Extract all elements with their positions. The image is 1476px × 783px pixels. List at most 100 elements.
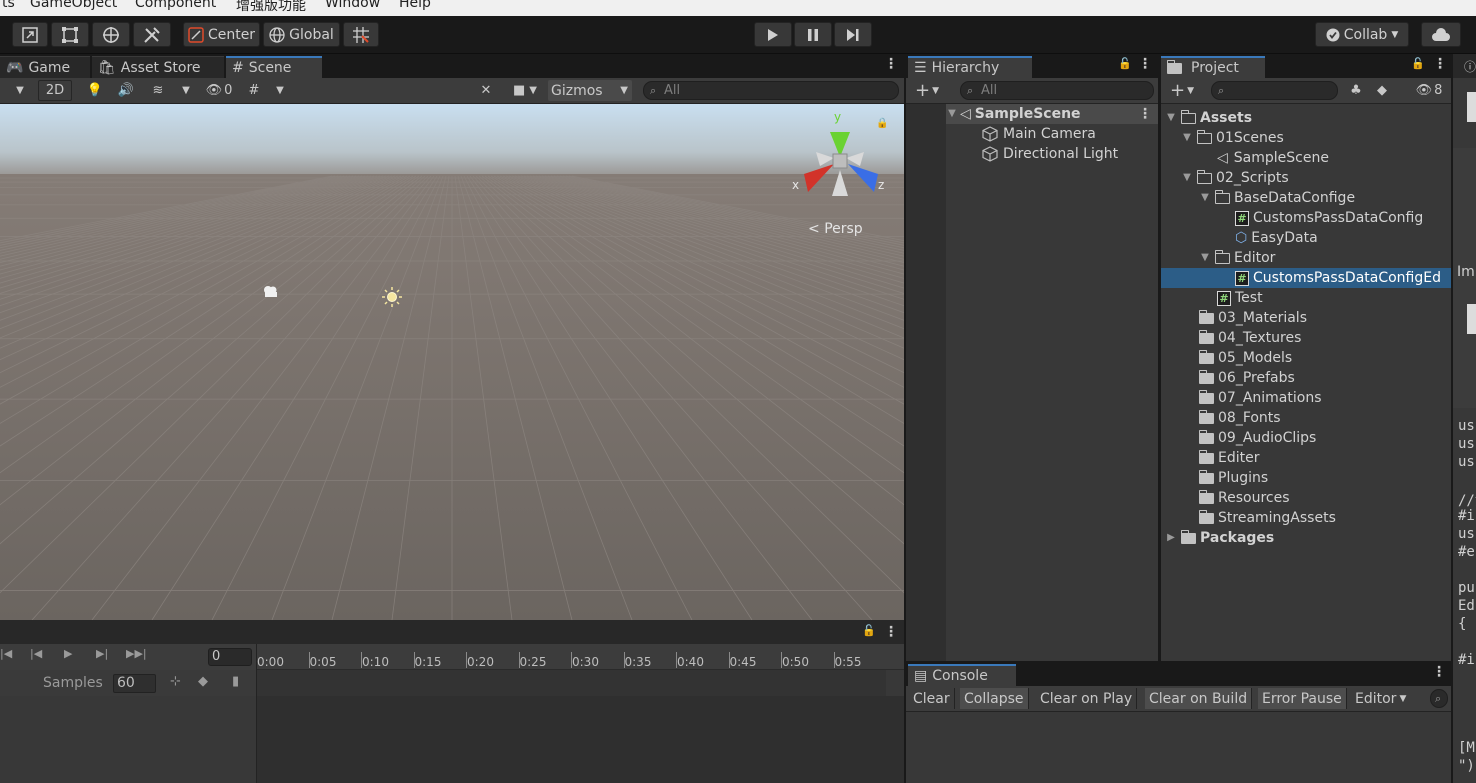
tab-project[interactable]: Project: [1161, 56, 1265, 78]
project-search-input[interactable]: ⌕: [1211, 81, 1338, 100]
project-folder-item[interactable]: Plugins: [1198, 468, 1268, 488]
project-folder-02scripts[interactable]: ▼ 02_Scripts: [1181, 168, 1289, 188]
hidden-packages-toggle[interactable]: 👁 8: [1409, 80, 1449, 101]
project-item-samplescene[interactable]: ◁ SampleScene: [1217, 148, 1329, 168]
add-keyframe-icon[interactable]: ◆: [198, 674, 208, 689]
gizmos-dropdown[interactable]: Gizmos ▼: [548, 80, 632, 101]
console-clear-button[interactable]: Clear: [909, 688, 955, 709]
project-assets-row[interactable]: ▼ Assets: [1165, 108, 1252, 128]
project-folder-item[interactable]: 05_Models: [1198, 348, 1292, 368]
grid-toggle[interactable]: #: [242, 80, 266, 101]
timeline-track[interactable]: [256, 670, 886, 696]
expand-arrow-icon[interactable]: ▼: [1181, 168, 1193, 188]
scene-tools-button[interactable]: ✕: [474, 80, 498, 101]
project-folder-01scenes[interactable]: ▼ 01Scenes: [1181, 128, 1284, 148]
effects-toggle[interactable]: ≋: [145, 80, 171, 101]
rect-tool-button[interactable]: [51, 22, 89, 47]
menu-item-assets[interactable]: ts: [2, 0, 15, 11]
expand-arrow-icon[interactable]: ▼: [1199, 248, 1211, 268]
hierarchy-item-directional-light[interactable]: Directional Light: [982, 144, 1118, 164]
project-folder-item[interactable]: Editer: [1198, 448, 1259, 468]
project-menu-dots-icon[interactable]: ⋮: [1433, 57, 1447, 71]
console-clear-on-build-button[interactable]: Clear on Build: [1145, 688, 1253, 709]
lighting-toggle[interactable]: 💡: [84, 80, 106, 101]
snap-button[interactable]: [343, 22, 379, 47]
menu-item-help[interactable]: Help: [399, 0, 431, 11]
dopesheet-area[interactable]: [257, 696, 904, 783]
inspector-open-button[interactable]: [1467, 304, 1476, 334]
scene-menu-dots-icon[interactable]: ⋮: [884, 57, 898, 71]
pivot-center-button[interactable]: Center: [183, 22, 260, 47]
tab-game[interactable]: 🎮 Game: [0, 56, 90, 78]
inspector-tab[interactable]: ⓘ: [1453, 54, 1476, 78]
hierarchy-scene-row[interactable]: ▼ ◁ SampleScene ⋮: [946, 104, 1158, 124]
hierarchy-item-main-camera[interactable]: Main Camera: [982, 124, 1096, 144]
animation-menu-dots-icon[interactable]: ⋮: [884, 625, 898, 639]
project-item-easydata[interactable]: ⬡ EasyData: [1235, 228, 1318, 248]
menu-item-gameobject[interactable]: GameObject: [30, 0, 117, 11]
frame-input[interactable]: 0: [208, 648, 252, 666]
tab-asset-store[interactable]: 🛍 Asset Store: [92, 56, 224, 78]
project-lock-icon[interactable]: 🔓: [1411, 57, 1425, 70]
lock-icon[interactable]: 🔓: [862, 624, 876, 637]
scene-search-input[interactable]: ⌕ All: [643, 81, 899, 100]
timeline-ruler[interactable]: 0:00 0:05 0:10 0:15 0:20 0:25 0:30 0:35 0:40 0:45…: [256, 644, 904, 670]
grid-dropdown[interactable]: ▼: [270, 80, 290, 101]
menu-item-enhanced[interactable]: 增强版功能: [236, 0, 306, 15]
project-folder-editor[interactable]: ▼ Editor: [1199, 248, 1275, 268]
global-space-button[interactable]: Global: [263, 22, 340, 47]
hierarchy-create-button[interactable]: + ▼: [910, 80, 944, 101]
tab-hierarchy[interactable]: ☰ Hierarchy: [908, 56, 1032, 78]
tab-console[interactable]: ▤ Console: [908, 664, 1016, 686]
next-frame-icon[interactable]: ▶|: [96, 647, 108, 660]
hierarchy-menu-dots-icon[interactable]: ⋮: [1138, 57, 1152, 71]
console-collapse-button[interactable]: Collapse: [960, 688, 1029, 709]
collab-button[interactable]: Collab ▼: [1315, 22, 1409, 47]
console-menu-dots-icon[interactable]: ⋮: [1432, 665, 1446, 679]
first-frame-icon[interactable]: |◀: [0, 647, 12, 660]
camera-gizmo-icon[interactable]: [262, 285, 280, 299]
samples-input[interactable]: 60: [113, 674, 156, 693]
expand-arrow-icon[interactable]: ▼: [1181, 128, 1193, 148]
filter-by-label-button[interactable]: ◆: [1371, 80, 1393, 101]
add-event-icon[interactable]: ▮: [232, 674, 239, 689]
expand-arrow-icon[interactable]: ▶: [1165, 528, 1177, 548]
audio-toggle[interactable]: 🔊: [115, 80, 137, 101]
expand-arrow-icon[interactable]: ▼: [946, 104, 958, 124]
project-item-customspassdataconfigeditor[interactable]: # CustomsPassDataConfigEd: [1161, 268, 1451, 288]
menu-item-component[interactable]: Component: [135, 0, 216, 11]
project-folder-item[interactable]: 07_Animations: [1198, 388, 1321, 408]
tab-scene[interactable]: # Scene: [226, 56, 322, 78]
console-editor-dropdown[interactable]: Editor ▼: [1351, 688, 1410, 709]
project-folder-item[interactable]: 03_Materials: [1198, 308, 1307, 328]
console-search-input[interactable]: ⌕: [1430, 689, 1448, 708]
console-clear-on-play-button[interactable]: Clear on Play: [1036, 688, 1138, 709]
step-button[interactable]: [834, 22, 872, 47]
hidden-objects-toggle[interactable]: 👁 0: [200, 80, 238, 101]
project-folder-item[interactable]: 08_Fonts: [1198, 408, 1281, 428]
scale-tool-button[interactable]: [12, 22, 48, 47]
filter-by-type-button[interactable]: ♣: [1345, 80, 1367, 101]
project-create-button[interactable]: + ▼: [1165, 80, 1199, 101]
project-folder-item[interactable]: StreamingAssets: [1198, 508, 1336, 528]
persp-toggle[interactable]: < Persp: [808, 221, 863, 237]
cloud-button[interactable]: [1421, 22, 1461, 47]
project-item-customspassdataconfig[interactable]: # CustomsPassDataConfig: [1235, 208, 1423, 228]
transform-tool-button[interactable]: [92, 22, 130, 47]
project-folder-basedataconfige[interactable]: ▼ BaseDataConfige: [1199, 188, 1355, 208]
keyframe-icon[interactable]: ⊹: [170, 674, 181, 689]
play-animation-icon[interactable]: ▶: [64, 647, 72, 660]
console-error-pause-button[interactable]: Error Pause: [1258, 688, 1347, 709]
custom-tool-button[interactable]: [133, 22, 171, 47]
draw-mode-dropdown[interactable]: ▼: [8, 80, 32, 101]
last-frame-icon[interactable]: ▶▶|: [126, 647, 147, 660]
console-log-area[interactable]: [906, 712, 1451, 783]
hierarchy-search-input[interactable]: ⌕ All: [960, 81, 1154, 100]
prev-frame-icon[interactable]: |◀: [30, 647, 42, 660]
hierarchy-lock-icon[interactable]: 🔓: [1118, 57, 1132, 70]
play-button[interactable]: [754, 22, 792, 47]
scene-viewport[interactable]: y x z 🔒 < Persp: [0, 104, 904, 620]
project-packages-row[interactable]: ▶ Packages: [1165, 528, 1274, 548]
pause-button[interactable]: [794, 22, 832, 47]
light-gizmo-icon[interactable]: [381, 286, 403, 308]
